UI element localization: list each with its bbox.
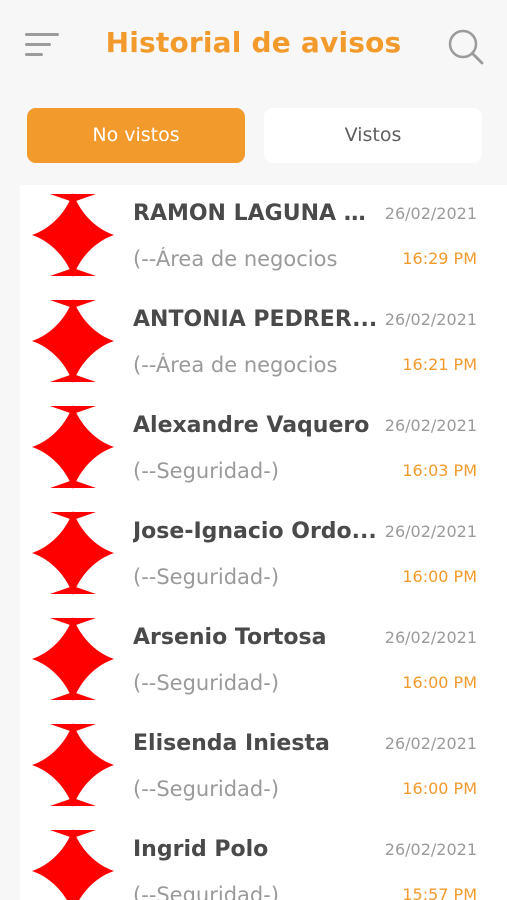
sender-name: Arsenio Tortosa (133, 625, 327, 650)
notice-category: (--Seguridad-) (133, 671, 280, 695)
notice-list-item[interactable]: Jose-Ignacio Ordo... (--Seguridad-) 26/02/… (20, 503, 507, 609)
notice-time: 15:57 PM (402, 885, 477, 900)
notice-date: 26/02/2021 (384, 840, 477, 859)
sender-name: ANTONIA PEDRER... (133, 307, 378, 332)
sender-name: RAMON LAGUNA S... (133, 201, 380, 226)
header: Historial de avisos (0, 0, 507, 92)
sender-avatar-icon (30, 403, 116, 491)
notice-category: (--Seguridad-) (133, 565, 280, 589)
notice-category: (--Área de negocios (133, 247, 338, 271)
notice-list-item[interactable]: ANTONIA PEDRER... (--Área de negocios 26/0… (20, 291, 507, 397)
tab-vistos[interactable]: Vistos (264, 108, 482, 163)
sender-avatar-icon (30, 615, 116, 703)
notice-time: 16:00 PM (402, 779, 477, 798)
sender-avatar-icon (30, 191, 116, 279)
sender-avatar-icon (30, 827, 116, 900)
notice-date: 26/02/2021 (384, 628, 477, 647)
notice-date: 26/02/2021 (384, 204, 477, 223)
notice-list-item[interactable]: Arsenio Tortosa (--Seguridad-) 26/02/2021 1… (20, 609, 507, 715)
notice-category: (--Área de negocios (133, 353, 338, 377)
notice-time: 16:21 PM (402, 355, 477, 374)
app-screen: Historial de avisos No vistos Vistos RAM… (0, 0, 507, 900)
sender-avatar-icon (30, 297, 116, 385)
notice-category: (--Seguridad-) (133, 777, 280, 801)
notice-list-item[interactable]: RAMON LAGUNA S... (--Área de negocios 26/0… (20, 185, 507, 291)
page-title: Historial de avisos (105, 26, 402, 59)
notice-list: RAMON LAGUNA S... (--Área de negocios 26/0… (20, 185, 507, 900)
notice-list-item[interactable]: Elisenda Iniesta (--Seguridad-) 26/02/2021… (20, 715, 507, 821)
search-icon[interactable] (446, 27, 486, 67)
notice-date: 26/02/2021 (384, 522, 477, 541)
sender-avatar-icon (30, 721, 116, 809)
notice-category: (--Seguridad-) (133, 459, 280, 483)
sender-name: Alexandre Vaquero (133, 413, 370, 438)
notice-list-item[interactable]: Ingrid Polo (--Seguridad-) 26/02/2021 15:57… (20, 821, 507, 900)
notice-category: (--Seguridad-) (133, 883, 280, 900)
sender-name: Elisenda Iniesta (133, 731, 330, 756)
sender-avatar-icon (30, 509, 116, 597)
notice-time: 16:29 PM (402, 249, 477, 268)
notice-date: 26/02/2021 (384, 310, 477, 329)
notice-time: 16:03 PM (402, 461, 477, 480)
sender-name: Jose-Ignacio Ordo... (133, 519, 377, 544)
notice-time: 16:00 PM (402, 673, 477, 692)
notice-time: 16:00 PM (402, 567, 477, 586)
tab-no-vistos[interactable]: No vistos (27, 108, 245, 163)
sender-name: Ingrid Polo (133, 837, 269, 862)
notice-list-item[interactable]: Alexandre Vaquero (--Seguridad-) 26/02/202… (20, 397, 507, 503)
notice-date: 26/02/2021 (384, 734, 477, 753)
notice-date: 26/02/2021 (384, 416, 477, 435)
